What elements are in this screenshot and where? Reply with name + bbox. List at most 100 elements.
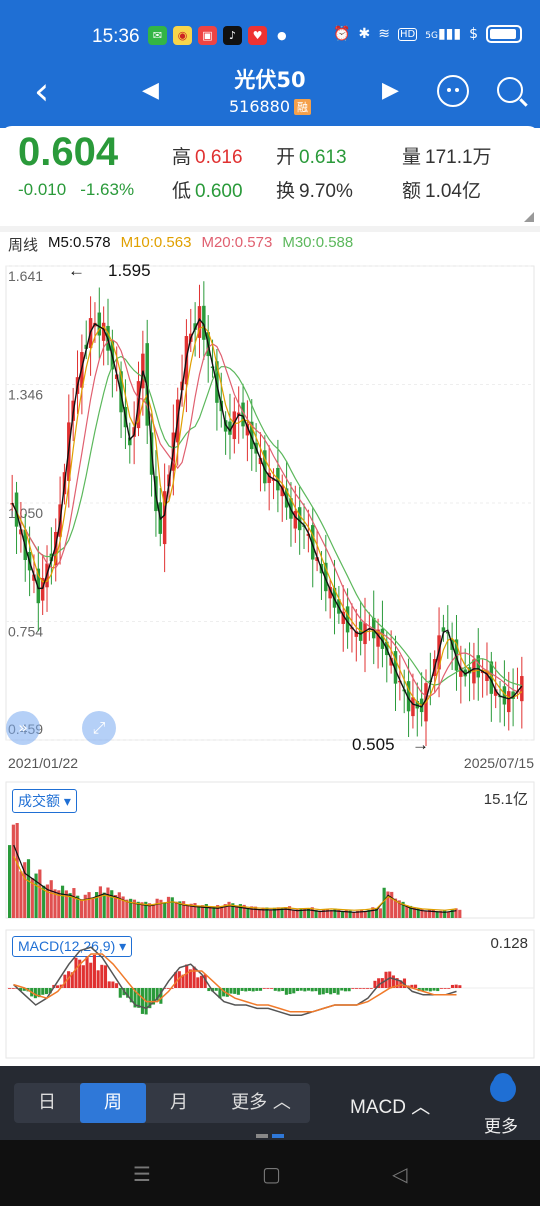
next-stock-icon[interactable]: ▶ bbox=[382, 78, 399, 103]
search-icon[interactable] bbox=[497, 77, 523, 103]
volume-bar bbox=[106, 887, 110, 918]
volume-bar bbox=[26, 859, 31, 918]
scroll-to-latest-icon[interactable]: » bbox=[6, 711, 40, 745]
macd-histogram-bar bbox=[100, 964, 104, 988]
turnover-cell: 换 9.70% bbox=[276, 176, 353, 203]
volume-bar bbox=[87, 892, 91, 918]
open-cell: 开 0.613 bbox=[276, 142, 347, 169]
fullscreen-icon[interactable]: ⤢ bbox=[82, 711, 116, 745]
tab-day[interactable]: 日 bbox=[14, 1083, 80, 1123]
volume-bar bbox=[424, 910, 428, 918]
volume-bar bbox=[450, 909, 454, 918]
open-value: 0.613 bbox=[299, 147, 347, 168]
high-label: 高 bbox=[172, 147, 192, 168]
open-label: 开 bbox=[276, 147, 296, 168]
wifi-icon: ≋ bbox=[378, 26, 391, 42]
volume-bar bbox=[15, 823, 19, 918]
macd-histogram-bar bbox=[336, 988, 340, 995]
macd-histogram-bar bbox=[111, 981, 115, 988]
volume-bar bbox=[446, 911, 451, 918]
macd-histogram-bar bbox=[329, 988, 333, 995]
macd-histogram-bar bbox=[292, 988, 296, 994]
volume-bar bbox=[117, 892, 121, 918]
back-icon[interactable]: ‹ bbox=[34, 72, 49, 110]
volume-bar bbox=[227, 901, 231, 918]
back-nav-icon[interactable]: ◁ bbox=[392, 1162, 407, 1186]
volume-bar bbox=[454, 908, 458, 918]
macd-histogram-bar bbox=[92, 954, 96, 988]
macd-histogram-bar bbox=[251, 988, 255, 992]
menu-icon[interactable]: ☰ bbox=[133, 1162, 151, 1186]
amount-label: 额 bbox=[402, 181, 422, 202]
macd-histogram-bar bbox=[207, 988, 211, 992]
high-cell: 高 0.616 bbox=[172, 142, 243, 169]
macd-histogram-bar bbox=[299, 988, 303, 991]
hd-icon: HD bbox=[398, 27, 418, 41]
ma10-line bbox=[11, 325, 523, 707]
more-label[interactable]: 更多 bbox=[484, 1112, 518, 1137]
volume-bar bbox=[11, 824, 15, 918]
macd-histogram-bar bbox=[425, 988, 429, 991]
macd-histogram-bar bbox=[310, 988, 314, 992]
macd-histogram-bar bbox=[273, 988, 277, 991]
ma30-line bbox=[11, 355, 522, 687]
prev-stock-icon[interactable]: ◀ bbox=[142, 78, 159, 103]
page-title: 光伏50 bbox=[234, 68, 306, 92]
volume-bar bbox=[151, 904, 155, 918]
volume-bar bbox=[265, 907, 269, 918]
app-header: 15:36 ✉ ◉ ▣ ♪ ♥ ● ⏰ ✱ ≋ HD 5G▮▮▮ $ ‹ ◀ 光… bbox=[0, 0, 540, 128]
volume-bar bbox=[269, 909, 273, 918]
macd-histogram-bar bbox=[255, 988, 259, 991]
macd-histogram-bar bbox=[306, 988, 311, 991]
macd-histogram-bar bbox=[233, 988, 237, 994]
volume-chart bbox=[5, 781, 535, 919]
volume-bar bbox=[352, 912, 356, 918]
volume-bar bbox=[49, 880, 53, 918]
volume-bar bbox=[110, 890, 114, 918]
volume-bar bbox=[91, 897, 95, 918]
expand-corner-icon[interactable] bbox=[524, 212, 534, 222]
amount-cell: 额 1.04亿 bbox=[402, 176, 481, 203]
high-value: 0.616 bbox=[195, 147, 243, 168]
ma5-label: M5:0.578 bbox=[48, 234, 111, 251]
start-date-label: 2021/01/22 bbox=[8, 755, 79, 771]
macd-histogram-bar bbox=[436, 988, 440, 992]
more-icon[interactable] bbox=[490, 1076, 516, 1102]
macd-chart bbox=[5, 929, 535, 1059]
kline-chart[interactable]: 1.6411.3461.0500.7540.459←1.5950.505→ bbox=[0, 256, 540, 754]
dollar-icon: $ bbox=[469, 26, 478, 42]
volume-bar bbox=[257, 909, 261, 918]
tab-month[interactable]: 月 bbox=[146, 1083, 212, 1123]
macd-histogram-bar bbox=[284, 988, 288, 995]
low-label: 低 bbox=[172, 181, 192, 202]
macd-histogram-bar bbox=[44, 988, 49, 995]
volume-bar bbox=[8, 845, 12, 918]
ma30-label: M30:0.588 bbox=[282, 234, 354, 251]
system-nav-bar: ☰ ▢ ◁ bbox=[0, 1140, 540, 1206]
volume-bar bbox=[329, 910, 333, 918]
turnover-label: 换 bbox=[276, 181, 296, 202]
macd-histogram-bar bbox=[185, 964, 189, 988]
macd-histogram-bar bbox=[107, 981, 111, 988]
ma20-line bbox=[11, 339, 522, 697]
volume-cell: 量 171.1万 bbox=[402, 142, 492, 169]
page-dot-1 bbox=[256, 1134, 268, 1138]
macd-histogram-bar bbox=[166, 988, 170, 989]
macd-histogram-bar bbox=[362, 988, 366, 989]
indicator-menu-button[interactable]: MACD ︿ bbox=[350, 1092, 430, 1119]
macd-histogram-bar bbox=[458, 985, 462, 988]
news-icon: ▣ bbox=[198, 26, 217, 45]
volume-bar bbox=[19, 871, 23, 918]
tab-week[interactable]: 周 bbox=[80, 1083, 146, 1123]
macd-histogram-bar bbox=[388, 971, 392, 988]
volume-bar bbox=[185, 904, 189, 918]
macd-histogram-bar bbox=[288, 988, 292, 995]
macd-histogram-bar bbox=[55, 985, 60, 988]
volume-bar bbox=[261, 907, 265, 918]
chat-icon[interactable] bbox=[437, 75, 469, 107]
period-more-button[interactable]: 更多 ︿ bbox=[212, 1083, 310, 1123]
status-dot: ● bbox=[277, 29, 287, 42]
home-icon[interactable]: ▢ bbox=[262, 1162, 281, 1186]
status-bar: 15:36 ✉ ◉ ▣ ♪ ♥ ● ⏰ ✱ ≋ HD 5G▮▮▮ $ bbox=[0, 22, 540, 52]
macd-histogram-bar bbox=[439, 988, 443, 989]
